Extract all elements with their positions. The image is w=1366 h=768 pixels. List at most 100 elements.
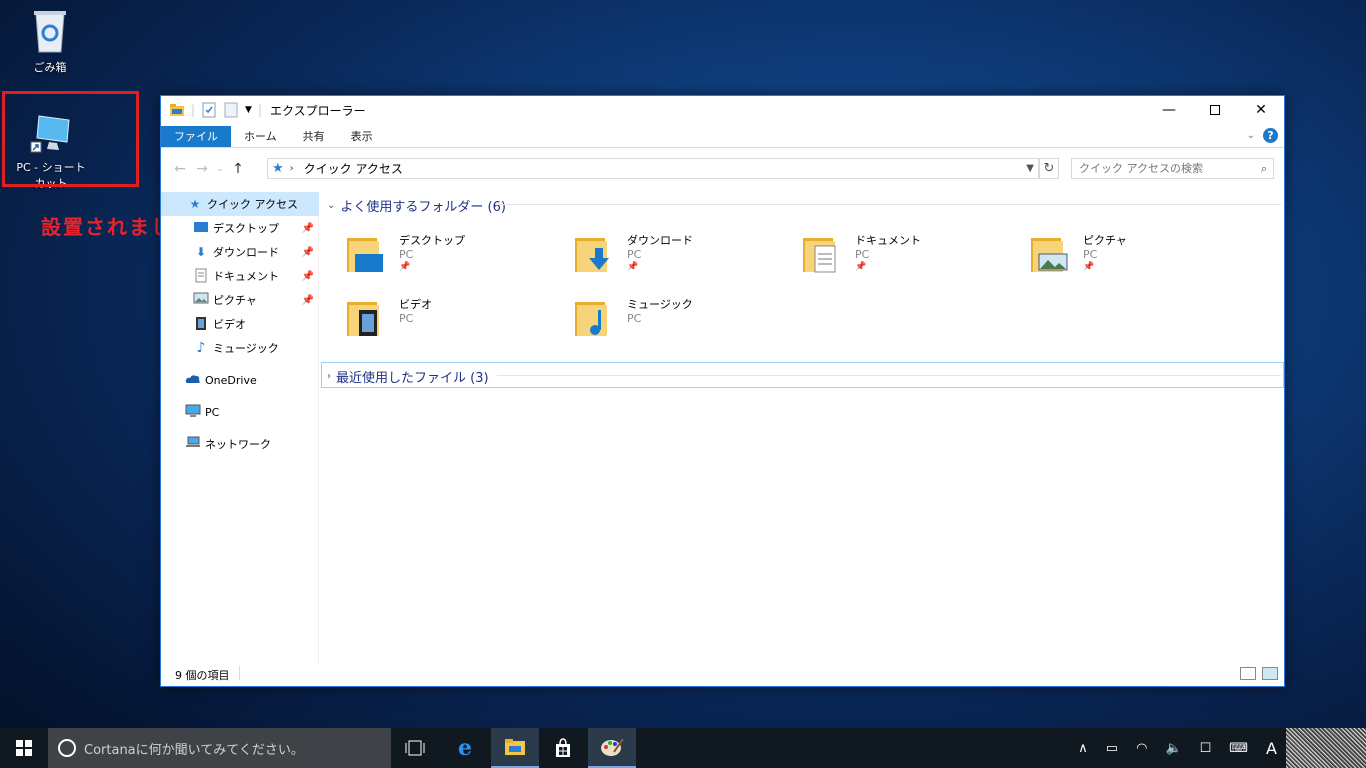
help-icon[interactable]: ? xyxy=(1263,128,1278,143)
file-explorer-button[interactable] xyxy=(491,728,539,768)
folder-app-icon[interactable] xyxy=(169,102,185,118)
folder-tile-downloads[interactable]: ダウンロード PC 📌 xyxy=(555,230,755,282)
collapse-chevron-icon[interactable]: ⌄ xyxy=(327,200,335,211)
sidebar-item-label: ビデオ xyxy=(213,318,246,331)
volume-icon[interactable]: 🔈 xyxy=(1165,741,1181,756)
folder-tile-desktop[interactable]: デスクトップ PC 📌 xyxy=(327,230,527,282)
documents-folder-icon xyxy=(803,238,836,273)
refresh-button[interactable]: ↻ xyxy=(1039,158,1059,179)
window-title: エクスプローラー xyxy=(270,103,366,118)
tab-share[interactable]: 共有 xyxy=(290,126,338,147)
frequent-folders-header[interactable]: ⌄ よく使用するフォルダー (6) xyxy=(327,196,506,215)
folder-tile-videos[interactable]: ビデオ PC xyxy=(327,294,527,346)
group-divider xyxy=(497,375,1281,376)
sidebar-item-documents[interactable]: ドキュメント 📌 xyxy=(161,264,319,288)
touch-keyboard-icon[interactable]: ⌨ xyxy=(1229,741,1248,756)
navigation-pane: ★ クイック アクセス デスクトップ 📌 ⬇ ダウンロード 📌 ドキュメント 📌… xyxy=(161,192,319,664)
ribbon-tabs: ファイル ホーム 共有 表示 xyxy=(161,126,1284,148)
group-title: 最近使用したファイル (3) xyxy=(336,371,489,386)
ime-mode-indicator[interactable]: A xyxy=(1266,739,1277,758)
clock-obscured[interactable] xyxy=(1286,728,1366,768)
paint-palette-icon xyxy=(601,738,624,756)
recent-locations-icon[interactable]: ⌄ xyxy=(213,164,227,174)
search-input[interactable]: クイック アクセスの検索 ⌕ xyxy=(1071,158,1274,179)
navigation-bar: ← → ⌄ ↑ ★ › クイック アクセス ▼ ↻ クイック アクセスの検索 ⌕ xyxy=(161,156,1284,182)
recycle-bin[interactable]: ごみ箱 xyxy=(10,8,90,75)
quick-access-star-icon: ★ xyxy=(272,161,284,176)
sidebar-item-label: デスクトップ xyxy=(213,222,279,235)
sidebar-item-pictures[interactable]: ピクチャ 📌 xyxy=(161,288,319,312)
pin-icon[interactable]: 📌 xyxy=(302,295,314,306)
edge-button[interactable]: e xyxy=(441,728,489,768)
sidebar-item-onedrive[interactable]: OneDrive xyxy=(161,368,319,392)
up-icon[interactable]: ↑ xyxy=(227,161,249,177)
sidebar-item-label: ダウンロード xyxy=(213,246,279,259)
title-bar[interactable]: | ▼ | エクスプローラー — ✕ xyxy=(161,96,1284,124)
paint-button[interactable] xyxy=(588,728,636,768)
folder-tile-pictures[interactable]: ピクチャ PC 📌 xyxy=(1011,230,1211,282)
expand-chevron-icon[interactable]: › xyxy=(327,371,331,382)
sidebar-item-downloads[interactable]: ⬇ ダウンロード 📌 xyxy=(161,240,319,264)
tab-file[interactable]: ファイル xyxy=(161,126,231,147)
ribbon-right: ⌄ ? xyxy=(1247,128,1278,143)
folder-name: ミュージック xyxy=(627,298,693,311)
new-folder-icon[interactable] xyxy=(223,102,239,118)
search-placeholder: クイック アクセスの検索 xyxy=(1079,162,1203,175)
folder-location: PC xyxy=(399,248,414,261)
action-center-icon[interactable]: ☐ xyxy=(1200,741,1212,756)
status-bar: 9 個の項目 xyxy=(161,662,1284,686)
store-button[interactable] xyxy=(539,728,587,768)
pin-icon[interactable]: 📌 xyxy=(302,247,314,258)
breadcrumb-chevron-icon[interactable]: › xyxy=(290,163,294,174)
tab-home[interactable]: ホーム xyxy=(231,126,290,147)
address-text: クイック アクセス xyxy=(303,162,403,176)
sidebar-item-pc[interactable]: PC xyxy=(161,400,319,424)
sidebar-item-music[interactable]: ♪ ミュージック xyxy=(161,336,319,360)
start-button[interactable] xyxy=(0,728,48,768)
taskbar: Cortanaに何か聞いてみてください。 e ∧ ▭ ◠ 🔈 ☐ ⌨ A xyxy=(0,728,1366,768)
recent-files-header[interactable]: › 最近使用したファイル (3) xyxy=(327,367,489,386)
back-icon[interactable]: ← xyxy=(169,161,191,177)
folder-name: ピクチャ xyxy=(1083,234,1127,247)
folder-tile-music[interactable]: ミュージック PC xyxy=(555,294,755,346)
sidebar-item-videos[interactable]: ビデオ xyxy=(161,312,319,336)
explorer-window[interactable]: | ▼ | エクスプローラー — ✕ ファイル ホーム 共有 表示 ⌄ ? ← … xyxy=(160,95,1285,687)
folder-location: PC xyxy=(627,248,642,261)
address-dropdown-icon[interactable]: ▼ xyxy=(1026,163,1034,174)
large-icons-view-icon[interactable] xyxy=(1262,667,1278,680)
folder-tile-documents[interactable]: ドキュメント PC 📌 xyxy=(783,230,983,282)
task-view-button[interactable] xyxy=(391,728,439,768)
show-hidden-icons-icon[interactable]: ∧ xyxy=(1078,741,1088,756)
pc-icon xyxy=(185,404,201,420)
windows-logo-icon xyxy=(16,740,32,756)
sidebar-item-network[interactable]: ネットワーク xyxy=(161,432,319,456)
sidebar-item-label: ドキュメント xyxy=(213,270,279,283)
download-icon: ⬇ xyxy=(195,245,207,259)
minimize-button[interactable]: — xyxy=(1146,96,1192,124)
close-button[interactable]: ✕ xyxy=(1238,96,1284,124)
sidebar-item-label: ミュージック xyxy=(213,342,279,355)
pin-icon: 📌 xyxy=(399,262,411,272)
group-title: よく使用するフォルダー (6) xyxy=(340,200,506,215)
star-icon: ★ xyxy=(189,197,201,211)
address-bar[interactable]: ★ › クイック アクセス ▼ xyxy=(267,158,1039,179)
desktop-folder-icon xyxy=(347,238,383,272)
maximize-button[interactable] xyxy=(1192,96,1238,124)
pin-icon[interactable]: 📌 xyxy=(302,271,314,282)
sidebar-item-desktop[interactable]: デスクトップ 📌 xyxy=(161,216,319,240)
expand-ribbon-icon[interactable]: ⌄ xyxy=(1247,130,1255,141)
cortana-search-box[interactable]: Cortanaに何か聞いてみてください。 xyxy=(48,728,391,768)
caption-buttons: — ✕ xyxy=(1146,96,1284,124)
battery-icon[interactable]: ▭ xyxy=(1106,741,1118,756)
minimize-icon: — xyxy=(1162,102,1176,118)
store-icon xyxy=(556,738,570,757)
properties-icon[interactable] xyxy=(201,102,217,118)
pin-icon[interactable]: 📌 xyxy=(302,223,314,234)
folder-location: PC xyxy=(399,312,414,325)
qat-dropdown-icon[interactable]: ▼ xyxy=(245,105,252,115)
details-view-icon[interactable] xyxy=(1240,667,1256,680)
tab-view[interactable]: 表示 xyxy=(338,126,386,147)
forward-icon[interactable]: → xyxy=(191,161,213,177)
wifi-icon[interactable]: ◠ xyxy=(1136,741,1147,756)
sidebar-item-quick-access[interactable]: ★ クイック アクセス xyxy=(161,192,319,216)
